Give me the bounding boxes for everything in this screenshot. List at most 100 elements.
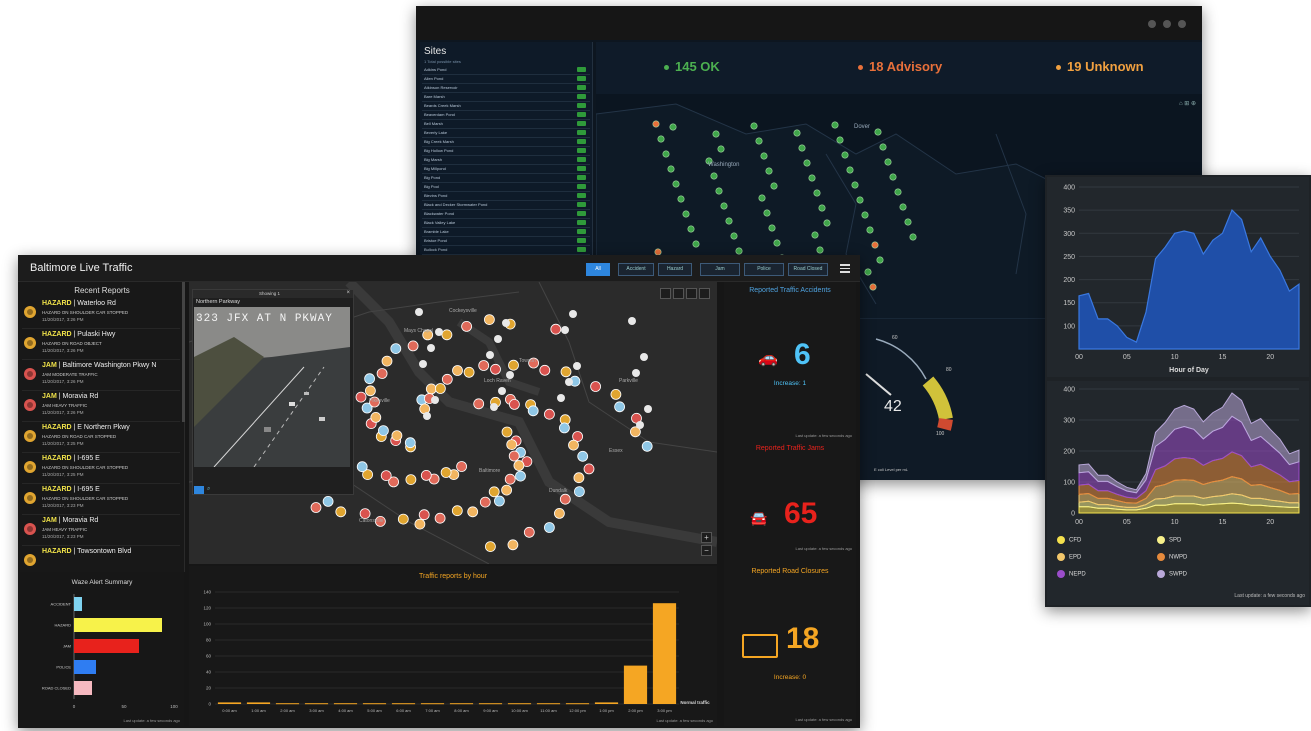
report-item[interactable]: HAZARD | Waterloo Rd HAZARD ON SHOULDER C…: [22, 298, 180, 329]
report-item[interactable]: HAZARD | Pulaski Hwy HAZARD ON ROAD OBJEC…: [22, 329, 180, 360]
camera-marker[interactable]: [561, 326, 569, 334]
site-marker[interactable]: [856, 196, 864, 204]
home-icon[interactable]: [660, 288, 671, 299]
camera-marker[interactable]: [490, 403, 498, 411]
map-tools-icon[interactable]: ⌂ ⊞ ⊕: [1179, 100, 1196, 107]
site-marker[interactable]: [735, 247, 743, 255]
site-row[interactable]: Black and Decker Stormwater Pond: [422, 201, 590, 210]
report-item[interactable]: JAM | Moravia Rd JAM HEAVY TRAFFIC 11/20/2…: [22, 515, 180, 546]
traffic-marker[interactable]: [390, 343, 402, 354]
legend-item[interactable]: NWPD: [1157, 553, 1187, 561]
traffic-marker[interactable]: [479, 496, 491, 508]
waze-bar[interactable]: [74, 618, 162, 632]
report-item[interactable]: JAM | Moravia Rd JAM HEAVY TRAFFIC 11/20/2…: [22, 391, 180, 422]
site-marker[interactable]: [831, 121, 839, 129]
traffic-marker[interactable]: [405, 474, 417, 486]
site-marker[interactable]: [876, 256, 884, 264]
zoom-in-icon[interactable]: +: [701, 532, 712, 543]
hour-bar[interactable]: [333, 703, 358, 705]
traffic-marker[interactable]: [473, 398, 485, 410]
traffic-marker[interactable]: [370, 411, 382, 423]
site-row[interactable]: Beverly Lake: [422, 129, 590, 138]
traffic-marker[interactable]: [577, 450, 589, 462]
site-row[interactable]: Adkins Pond: [422, 66, 590, 75]
traffic-marker[interactable]: [508, 359, 519, 371]
site-row[interactable]: Big Millpond: [422, 165, 590, 174]
zoom-out-icon[interactable]: −: [701, 545, 712, 556]
traffic-marker[interactable]: [493, 495, 505, 507]
site-row[interactable]: Bramble Lake: [422, 228, 590, 237]
hour-bar[interactable]: [623, 665, 648, 704]
hour-bar[interactable]: [304, 703, 329, 705]
site-marker[interactable]: [677, 195, 685, 203]
report-item[interactable]: JAM | Baltimore Washington Pkwy N JAM MOD…: [22, 360, 180, 391]
hour-bar[interactable]: [478, 703, 503, 705]
site-marker[interactable]: [808, 174, 816, 182]
site-row[interactable]: Bullock Pond: [422, 246, 590, 255]
list-icon[interactable]: [673, 288, 684, 299]
traffic-marker[interactable]: [513, 460, 525, 471]
report-item[interactable]: HAZARD | Towsontown Blvd: [22, 546, 180, 572]
waze-bar[interactable]: [74, 660, 96, 674]
site-marker[interactable]: [866, 226, 874, 234]
filter-police-button[interactable]: Police: [744, 263, 784, 276]
site-row[interactable]: Blevins Pond: [422, 192, 590, 201]
waze-bar[interactable]: [74, 597, 82, 611]
site-marker[interactable]: [894, 188, 902, 196]
hour-bar[interactable]: [362, 703, 387, 705]
site-marker[interactable]: [879, 143, 887, 151]
traffic-marker[interactable]: [397, 513, 409, 525]
traffic-marker[interactable]: [418, 509, 430, 521]
traffic-marker[interactable]: [414, 518, 426, 530]
site-marker[interactable]: [715, 187, 723, 195]
site-row[interactable]: Big Hollow Pond: [422, 147, 590, 156]
traffic-marker[interactable]: [441, 329, 453, 341]
traffic-marker[interactable]: [573, 472, 585, 484]
hamburger-menu-icon[interactable]: [840, 262, 850, 273]
traffic-marker[interactable]: [461, 321, 473, 332]
traffic-marker[interactable]: [376, 368, 388, 379]
hour-bar[interactable]: [565, 703, 590, 705]
traffic-marker[interactable]: [515, 470, 526, 482]
site-marker[interactable]: [669, 123, 677, 131]
site-marker[interactable]: [768, 224, 776, 232]
traffic-marker[interactable]: [434, 512, 446, 524]
site-marker[interactable]: [813, 189, 821, 197]
report-item[interactable]: HAZARD | I-695 E HAZARD ON SHOULDER CAR S…: [22, 453, 180, 484]
traffic-marker[interactable]: [560, 366, 572, 378]
site-marker[interactable]: [717, 145, 725, 153]
traffic-marker[interactable]: [543, 408, 555, 420]
traffic-marker[interactable]: [322, 495, 334, 507]
camera-marker[interactable]: [423, 412, 431, 420]
camera-prev-button[interactable]: [194, 486, 204, 494]
site-marker[interactable]: [861, 211, 869, 219]
traffic-marker[interactable]: [420, 469, 432, 481]
site-marker[interactable]: [899, 203, 907, 211]
site-row[interactable]: Blackwater Pond: [422, 210, 590, 219]
traffic-marker[interactable]: [523, 526, 535, 538]
site-row[interactable]: Atkinson Reservoir: [422, 84, 590, 93]
site-marker[interactable]: [871, 241, 879, 249]
site-marker[interactable]: [667, 165, 675, 173]
camera-marker[interactable]: [502, 319, 510, 327]
site-marker[interactable]: [687, 225, 695, 233]
camera-marker[interactable]: [565, 378, 573, 386]
traffic-marker[interactable]: [425, 383, 437, 395]
site-row[interactable]: Beaverdam Pond: [422, 111, 590, 120]
camera-marker[interactable]: [498, 387, 506, 395]
site-row[interactable]: Bell Marsh: [422, 120, 590, 129]
site-marker[interactable]: [823, 219, 831, 227]
site-marker[interactable]: [662, 150, 670, 158]
traffic-marker[interactable]: [407, 340, 419, 352]
window-dot-icon[interactable]: [1148, 20, 1156, 28]
hour-bar[interactable]: [594, 702, 619, 704]
traffic-marker[interactable]: [355, 391, 367, 403]
traffic-marker[interactable]: [508, 399, 520, 410]
traffic-marker[interactable]: [559, 493, 571, 505]
traffic-marker[interactable]: [484, 541, 496, 553]
traffic-marker[interactable]: [614, 401, 626, 413]
layers-icon[interactable]: [686, 288, 697, 299]
site-row[interactable]: Big Creek Marsh: [422, 138, 590, 147]
traffic-marker[interactable]: [490, 363, 501, 375]
site-marker[interactable]: [816, 246, 824, 254]
